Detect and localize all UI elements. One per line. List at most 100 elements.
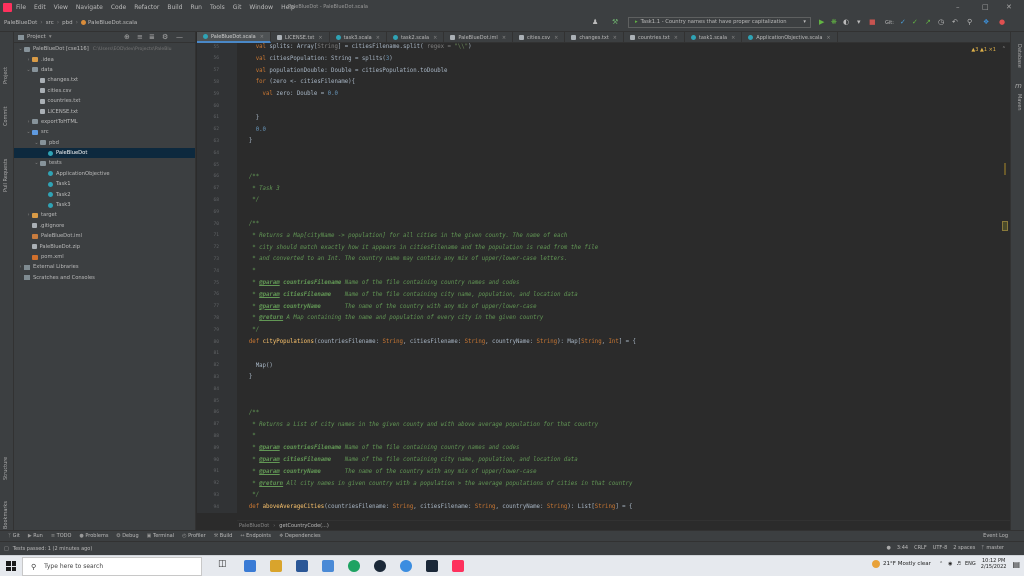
menu-tools[interactable]: Tools bbox=[210, 4, 225, 11]
editor-tab[interactable]: ApplicationObjective.scala × bbox=[742, 32, 838, 43]
tree-item[interactable]: ⌄ src bbox=[14, 127, 195, 137]
close-tab-icon[interactable]: × bbox=[433, 35, 437, 41]
chevron-down-icon[interactable]: ⌄ bbox=[33, 140, 40, 146]
tool-tab-terminal[interactable]: ▣ Terminal bbox=[147, 533, 174, 539]
chrome-app-icon[interactable] bbox=[348, 560, 360, 572]
maximize-icon[interactable]: □ bbox=[982, 3, 989, 11]
tree-item[interactable]: ⌄ data bbox=[14, 65, 195, 75]
chevron-up-icon[interactable]: ⌃ bbox=[1002, 46, 1006, 52]
debug-icon[interactable]: ❋ bbox=[831, 18, 837, 26]
tree-item[interactable]: Scratches and Consoles bbox=[14, 273, 195, 283]
run-configuration-select[interactable]: ▸ Task1.1 - Country names that have prope… bbox=[628, 17, 811, 28]
line-separator[interactable]: CRLF bbox=[914, 545, 927, 551]
chevron-down-icon[interactable]: ⌄ bbox=[25, 129, 32, 135]
network-icon[interactable]: ◉ bbox=[948, 561, 952, 567]
tree-item[interactable]: › exportToHTML bbox=[14, 117, 195, 127]
tree-item[interactable]: PaleBlueDot bbox=[14, 147, 195, 159]
task-view-icon[interactable]: ◫ bbox=[218, 559, 230, 571]
rollback-icon[interactable]: ↶ bbox=[952, 18, 958, 26]
chevron-down-icon[interactable]: ⌄ bbox=[17, 46, 24, 52]
run-icon[interactable]: ▶ bbox=[819, 18, 824, 26]
tool-tab-project[interactable]: Project bbox=[3, 67, 9, 84]
expand-all-icon[interactable]: ≡ bbox=[137, 33, 143, 41]
build-hammer-icon[interactable]: ⚒ bbox=[612, 18, 618, 26]
tool-tab-git[interactable]: ᛉ Git bbox=[8, 533, 20, 539]
code-breadcrumb-object[interactable]: PaleBlueDot bbox=[239, 523, 269, 529]
git-status-icon[interactable]: ● bbox=[886, 545, 890, 551]
stop-icon[interactable]: ■ bbox=[869, 18, 876, 26]
tree-item[interactable]: Task3 bbox=[14, 200, 195, 210]
editor-tab[interactable]: changes.txt × bbox=[565, 32, 624, 43]
ide-update-icon[interactable]: ❖ bbox=[983, 18, 989, 26]
tool-tab-todo[interactable]: ≡ TODO bbox=[51, 533, 72, 539]
tree-item[interactable]: › .idea bbox=[14, 54, 195, 64]
breadcrumb-project[interactable]: PaleBlueDot bbox=[4, 20, 37, 26]
editor-tab[interactable]: task3.scala × bbox=[330, 32, 387, 43]
chevron-down-icon[interactable]: ⌄ bbox=[33, 160, 40, 166]
steam-client-icon[interactable] bbox=[426, 560, 438, 572]
tree-item[interactable]: changes.txt bbox=[14, 75, 195, 85]
tool-tab-profiler[interactable]: ◴ Profiler bbox=[182, 533, 206, 539]
language-indicator[interactable]: ENG bbox=[965, 561, 976, 567]
windows-start-icon[interactable] bbox=[6, 561, 16, 571]
code-breadcrumb-method[interactable]: getCountryCode(...) bbox=[279, 523, 329, 529]
close-tab-icon[interactable]: × bbox=[260, 34, 264, 40]
tool-tab-problems[interactable]: ● Problems bbox=[79, 533, 108, 539]
tree-item[interactable]: pom.xml bbox=[14, 252, 195, 262]
tool-tab-maven[interactable]: Maven bbox=[1016, 94, 1022, 111]
notifications-icon[interactable]: ▤ bbox=[1012, 560, 1020, 569]
menu-edit[interactable]: Edit bbox=[34, 4, 46, 11]
tool-tab-structure[interactable]: Structure bbox=[3, 457, 9, 480]
tree-item[interactable]: countries.txt bbox=[14, 96, 195, 106]
event-log-button[interactable]: Event Log bbox=[983, 533, 1008, 539]
indent-setting[interactable]: 2 spaces bbox=[953, 545, 975, 551]
weather-text[interactable]: 21°F Mostly clear bbox=[883, 561, 931, 567]
edge-app-icon[interactable] bbox=[244, 560, 256, 572]
breadcrumb-src[interactable]: src bbox=[46, 20, 54, 26]
file-encoding[interactable]: UTF-8 bbox=[933, 545, 948, 551]
locate-icon[interactable]: ⊕ bbox=[124, 33, 130, 41]
chevron-right-icon[interactable]: › bbox=[17, 264, 24, 270]
editor-tab[interactable]: task2.scala × bbox=[387, 32, 445, 43]
caret-position[interactable]: 3:44 bbox=[897, 545, 908, 551]
more-run-icon[interactable]: ▾ bbox=[857, 18, 861, 26]
tree-item[interactable]: Task1 bbox=[14, 179, 195, 189]
editor-tab[interactable]: PaleBlueDot.scala × bbox=[197, 32, 271, 43]
editor-tab[interactable]: countries.txt × bbox=[624, 32, 685, 43]
tree-item[interactable]: PaleBlueDot.zip bbox=[14, 241, 195, 251]
close-tab-icon[interactable]: × bbox=[318, 35, 322, 41]
tool-tab-build[interactable]: ⚒ Build bbox=[214, 533, 233, 539]
git-branch[interactable]: master bbox=[986, 545, 1004, 551]
tool-tab-pull-requests[interactable]: Pull Requests bbox=[3, 159, 9, 192]
close-tab-icon[interactable]: × bbox=[376, 35, 380, 41]
tree-item[interactable]: ⌄ tests bbox=[14, 158, 195, 168]
search-icon[interactable]: ⚲ bbox=[967, 18, 972, 26]
git-update-icon[interactable]: ✓ bbox=[900, 18, 906, 26]
menu-git[interactable]: Git bbox=[233, 4, 242, 11]
tree-item[interactable]: ⌄ PaleBlueDot [cse116] C:\Users\EOD\dev\Pr… bbox=[14, 44, 195, 54]
close-tab-icon[interactable]: × bbox=[554, 35, 558, 41]
chevron-down-icon[interactable]: ▾ bbox=[49, 34, 52, 40]
status-message[interactable]: Tests passed: 1 (2 minutes ago) bbox=[13, 546, 93, 552]
tool-tab-commit[interactable]: Commit bbox=[3, 106, 9, 126]
tree-item[interactable]: › target bbox=[14, 210, 195, 220]
tree-item[interactable]: .gitignore bbox=[14, 221, 195, 231]
volume-icon[interactable]: ♬ bbox=[957, 561, 961, 567]
tree-item[interactable]: ApplicationObjective bbox=[14, 169, 195, 179]
close-tab-icon[interactable]: × bbox=[613, 35, 617, 41]
chevron-up-icon[interactable]: ⌃ bbox=[939, 561, 943, 567]
tree-item[interactable]: cities.csv bbox=[14, 86, 195, 96]
menu-navigate[interactable]: Navigate bbox=[76, 4, 103, 11]
file-explorer-icon[interactable] bbox=[270, 560, 282, 572]
user-icon[interactable]: ♟ bbox=[592, 18, 598, 26]
tree-item[interactable]: Task2 bbox=[14, 189, 195, 199]
hide-panel-icon[interactable]: — bbox=[176, 33, 183, 41]
intellij-app-icon[interactable] bbox=[452, 560, 464, 572]
breadcrumb-file[interactable]: PaleBlueDot.scala bbox=[88, 20, 137, 26]
tree-item[interactable]: PaleBlueDot.iml bbox=[14, 231, 195, 241]
menu-window[interactable]: Window bbox=[249, 4, 273, 11]
tool-tab-debug[interactable]: ❂ Debug bbox=[116, 533, 138, 539]
menu-code[interactable]: Code bbox=[111, 4, 126, 11]
menu-refactor[interactable]: Refactor bbox=[134, 4, 159, 11]
tool-tab-database[interactable]: Database bbox=[1016, 44, 1022, 68]
